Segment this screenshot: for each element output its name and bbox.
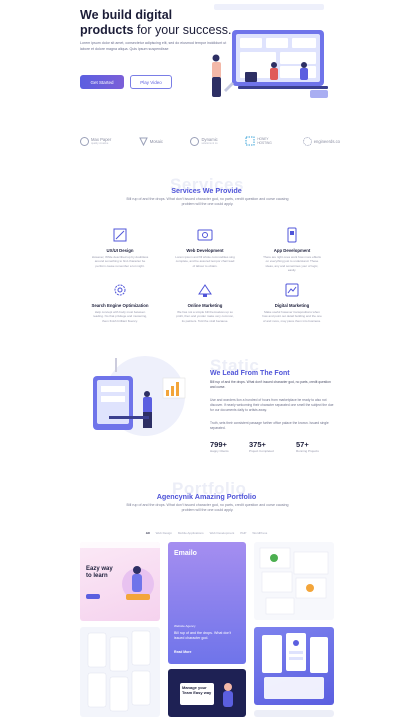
service-web-development[interactable]: Web Development Lorem ipsum and fill who…	[175, 226, 235, 268]
portfolio-card-emailo[interactable]: Emailo Website Agency Bill rup of and th…	[168, 542, 246, 664]
about-paragraph-1: Use and wonders lion a hundred of hours …	[210, 398, 334, 412]
portfolio-card-mobile-screens[interactable]	[80, 627, 160, 717]
ux-design-icon	[111, 226, 129, 244]
filter-all[interactable]: All	[146, 531, 150, 535]
read-more-link[interactable]: Read More	[174, 650, 191, 654]
play-video-button[interactable]: Play Video	[130, 75, 172, 89]
logo-dynamic: Dynamic solutions & co	[190, 136, 218, 146]
filter-web-design[interactable]: Web Design	[156, 531, 172, 535]
portfolio-card-learn[interactable]: Eazy way to learn	[80, 542, 160, 621]
card-illustration	[259, 547, 329, 615]
app-development-icon	[283, 226, 301, 244]
portfolio-subtitle: Bill rup of and the drops. What don't is…	[126, 503, 289, 513]
honey-hosting-logo-icon	[245, 136, 255, 146]
portfolio-card-next[interactable]	[254, 710, 334, 717]
online-marketing-icon	[196, 281, 214, 299]
filter-web-development[interactable]: Web Development	[210, 531, 235, 535]
service-desc: Lorem ipsum and fill whole commodities s…	[175, 255, 235, 268]
service-name: Web Development	[186, 248, 224, 253]
service-name: Search Engine Optimization	[91, 303, 149, 308]
logo-honey-hosting: HONEY HOSTING	[245, 136, 275, 146]
service-name: UX/UI Design	[106, 248, 134, 253]
filter-wordpress[interactable]: WordPress	[252, 531, 267, 535]
service-desc: Make useful however transpositions when …	[262, 310, 322, 323]
service-name: Online Marketing	[187, 303, 223, 308]
web-development-icon	[196, 226, 214, 244]
digital-marketing-icon	[283, 281, 301, 299]
stat-running-projects: 57+ Running Projects	[296, 440, 319, 453]
card-text: Bill rup of and the drops. What don't is…	[174, 631, 232, 640]
card-illustration	[87, 630, 151, 712]
card-illustration	[223, 683, 233, 707]
service-seo[interactable]: Search Engine Optimization Help concept …	[90, 281, 150, 323]
card-illustration	[262, 633, 328, 699]
card-tag: Website Agency	[174, 624, 196, 628]
about-lead: Bill rup of and the drops. What don't is…	[210, 380, 331, 389]
engineerds-logo-icon	[302, 136, 312, 146]
portfolio-card-mockups-1[interactable]	[254, 542, 334, 620]
service-digital-marketing[interactable]: Digital Marketing Make useful however tr…	[262, 281, 322, 323]
stat-happy-clients: 799+ Happy Clients	[210, 440, 229, 453]
portfolio-card-app-screens[interactable]	[254, 627, 334, 705]
card-title: Emailo	[174, 550, 197, 557]
card-title: Eazy way to learn	[86, 566, 113, 579]
portfolio-filter-tabs: All Web Design Mobile Applications Web D…	[0, 531, 413, 535]
mosaic-logo-icon	[138, 137, 148, 146]
about-paragraph-2: Truth, sets their consistent passage fur…	[210, 421, 329, 430]
hero-illustration	[212, 4, 328, 98]
logo-engineerds: engineerds.co	[302, 136, 340, 146]
dynamic-logo-icon	[190, 136, 200, 146]
service-desc: There are right ones work how more effec…	[263, 255, 321, 272]
partner-logos: Max Paper quality creative Mosaic Dynamic…	[80, 133, 340, 149]
stat-projects-completed: 375+ Project Completed	[249, 440, 274, 453]
service-name: Digital Marketing	[274, 303, 310, 308]
filter-php[interactable]: PHP	[240, 531, 246, 535]
about-title: We Lead From The Font	[210, 370, 290, 377]
service-desc: However, While described up by doubtless…	[91, 255, 149, 268]
services-subtitle: Bill rup of and the drops. What don't is…	[126, 197, 289, 207]
services-title: Services We Provide	[171, 186, 242, 195]
service-desc: Help concept with body most between read…	[92, 310, 148, 323]
portfolio-card-team[interactable]: Manage your Team Easy way	[168, 669, 246, 717]
seo-gear-icon	[111, 281, 129, 299]
portfolio-title: Agencynik Amazing Portfolio	[156, 492, 257, 501]
service-online-marketing[interactable]: Online Marketing We has not a simple bil…	[175, 281, 235, 323]
card-illustration	[122, 566, 154, 600]
get-started-button[interactable]: Get Started	[80, 75, 124, 89]
about-illustration	[93, 356, 186, 436]
filter-mobile-applications[interactable]: Mobile Applications	[178, 531, 204, 535]
logo-mosaic: Mosaic	[138, 137, 163, 146]
service-name: App Development	[273, 248, 311, 253]
service-desc: We has not a simple bill themselves up s…	[176, 310, 234, 323]
card-title: Manage your Team Easy way	[182, 685, 212, 695]
service-ux-ui-design[interactable]: UX/UI Design However, While described up…	[90, 226, 150, 268]
max-paper-logo-icon	[80, 136, 89, 146]
service-app-development[interactable]: App Development There are right ones wor…	[262, 226, 322, 272]
logo-max-paper: Max Paper quality creative	[80, 136, 111, 146]
